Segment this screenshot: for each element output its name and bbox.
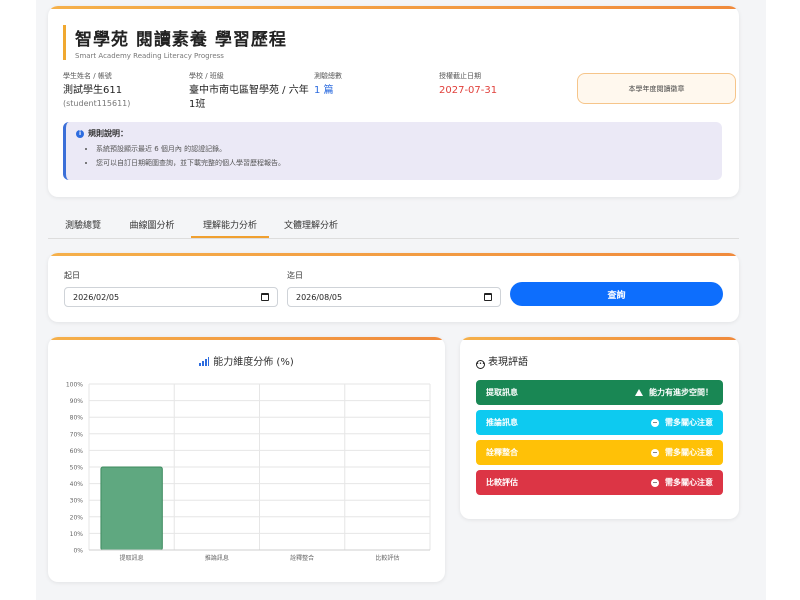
warning-icon <box>635 389 643 396</box>
accent-bar <box>460 337 739 340</box>
comment-pill: 比較評估 需多關心注意 <box>476 470 723 495</box>
x-tick-label: 比較評估 <box>375 554 399 562</box>
chart-bar <box>100 466 163 551</box>
comment-status-text: 能力有進步空間！ <box>649 388 713 397</box>
y-tick-label: 50% <box>70 465 84 472</box>
student-account: (student115611) <box>63 99 131 108</box>
minus-circle-icon <box>651 418 659 427</box>
comment-status-text: 需多關心注意 <box>665 418 713 427</box>
comments-card: ••• 表現評語 提取訊息 能力有進步空間！ 推論訊息 需多關心注意 詮釋整合 需多關心注意… <box>460 337 739 519</box>
student-name: 測試學生611 <box>63 85 123 96</box>
expiry-info: 授權截止日期 2027-07-31 <box>439 71 497 98</box>
comment-status-text: 需多關心注意 <box>665 448 713 457</box>
ability-bar-chart: 0% 10% 20% 30% 40% 50% 60% 70% 80% 90% 100% 提取訊息 推論訊… <box>66 382 431 562</box>
rules-heading: i 規則說明： <box>76 128 712 139</box>
rules-list: 系統預設顯示最近 6 個月內 的認證記錄。 您可以自訂日期範圍查詢，並下載完整的… <box>76 142 712 170</box>
tests-count[interactable]: 1 篇 <box>314 84 342 98</box>
y-tick-label: 0% <box>73 548 83 555</box>
school-label: 學校 / 班級 <box>189 72 224 80</box>
comment-label: 推論訊息 <box>486 418 518 427</box>
rules-title: 規則說明： <box>88 129 128 138</box>
tab-curve-analysis[interactable]: 曲線圖分析 <box>118 211 186 238</box>
end-date-label: 迄日 <box>287 271 303 280</box>
y-tick-label: 20% <box>70 514 84 521</box>
comment-pill: 推論訊息 需多關心注意 <box>476 410 723 435</box>
y-tick-label: 40% <box>70 481 84 488</box>
end-date-value: 2026/08/05 <box>296 292 343 302</box>
comment-pill: 提取訊息 能力有進步空間！ <box>476 380 723 405</box>
tab-comprehension-analysis[interactable]: 理解能力分析 <box>191 211 269 238</box>
comment-icon: ••• <box>476 359 485 369</box>
tab-bar: 測驗總覽 曲線圖分析 理解能力分析 文體理解分析 <box>48 211 739 239</box>
page-title: 智學苑 閱讀素養 學習歷程 <box>75 30 287 50</box>
school-value: 臺中市南屯區智學苑 / 六年 <box>189 85 309 96</box>
title-block: 智學苑 閱讀素養 學習歷程 Smart Academy Reading Lite… <box>63 25 287 60</box>
comment-status: 需多關心注意 <box>651 447 713 458</box>
comment-status: 需多關心注意 <box>651 417 713 428</box>
rule-item: 您可以自訂日期範圍查詢，並下載完整的個人學習歷程報告。 <box>96 156 712 170</box>
tab-genre-analysis[interactable]: 文體理解分析 <box>274 211 348 238</box>
tests-info: 測驗總數 1 篇 <box>314 71 342 98</box>
accent-bar <box>48 253 739 256</box>
end-date-input[interactable]: 2026/08/05 <box>287 287 501 307</box>
minus-circle-icon <box>651 448 659 457</box>
page-background: 智學苑 閱讀素養 學習歷程 Smart Academy Reading Lite… <box>36 0 766 600</box>
comment-status: 能力有進步空間！ <box>635 387 713 398</box>
y-tick-label: 100% <box>66 382 83 389</box>
header-card: 智學苑 閱讀素養 學習歷程 Smart Academy Reading Lite… <box>48 6 739 197</box>
student-label: 學生姓名 / 帳號 <box>63 72 112 80</box>
calendar-icon[interactable] <box>261 293 269 301</box>
x-tick-label: 推論訊息 <box>205 554 229 562</box>
tab-overview[interactable]: 測驗總覽 <box>52 211 114 238</box>
minus-circle-icon <box>651 478 659 487</box>
date-filter-card: 起日 2026/02/05 迄日 2026/08/05 查詢 <box>48 253 739 322</box>
start-date-input[interactable]: 2026/02/05 <box>64 287 278 307</box>
rule-item: 系統預設顯示最近 6 個月內 的認證記錄。 <box>96 142 712 156</box>
y-tick-label: 60% <box>70 448 84 455</box>
comment-status: 需多關心注意 <box>651 477 713 488</box>
accent-bar <box>48 6 739 9</box>
x-tick-label: 詮釋整合 <box>290 554 314 562</box>
expiry-label: 授權截止日期 <box>439 72 481 80</box>
comments-title: 表現評語 <box>488 357 528 368</box>
info-icon: i <box>76 129 84 138</box>
x-tick-label: 提取訊息 <box>120 554 144 562</box>
start-date-value: 2026/02/05 <box>73 292 120 302</box>
y-tick-label: 80% <box>70 415 84 422</box>
y-tick-label: 70% <box>70 431 84 438</box>
ability-chart-card: 能力維度分佈 (%) 0% 10% 20% 30% 40% 50% 60% 70% 80% 90%… <box>48 337 445 582</box>
expiry-date: 2027-07-31 <box>439 85 498 96</box>
page-subtitle: Smart Academy Reading Literacy Progress <box>75 52 224 60</box>
tests-label: 測驗總數 <box>314 72 342 80</box>
comment-label: 比較評估 <box>486 478 518 487</box>
comment-status-text: 需多關心注意 <box>665 478 713 487</box>
student-info: 學生姓名 / 帳號 測試學生611 (student115611) <box>63 71 130 110</box>
calendar-icon[interactable] <box>484 293 492 301</box>
y-tick-label: 90% <box>70 398 84 405</box>
comments-title-row: ••• 表現評語 <box>476 353 528 369</box>
class-value: 1班 <box>189 99 206 110</box>
y-tick-label: 10% <box>70 531 84 538</box>
start-date-label: 起日 <box>64 271 80 280</box>
rules-box: i 規則說明： 系統預設顯示最近 6 個月內 的認證記錄。 您可以自訂日期範圍查… <box>63 122 722 180</box>
y-tick-label: 30% <box>70 498 84 505</box>
reading-badge[interactable]: 本學年度閱讀徽章 <box>577 73 736 104</box>
school-info: 學校 / 班級 臺中市南屯區智學苑 / 六年 1班 <box>189 71 309 112</box>
query-button[interactable]: 查詢 <box>510 282 723 306</box>
comment-label: 詮釋整合 <box>486 448 518 457</box>
comment-pill: 詮釋整合 需多關心注意 <box>476 440 723 465</box>
comment-label: 提取訊息 <box>486 388 518 397</box>
